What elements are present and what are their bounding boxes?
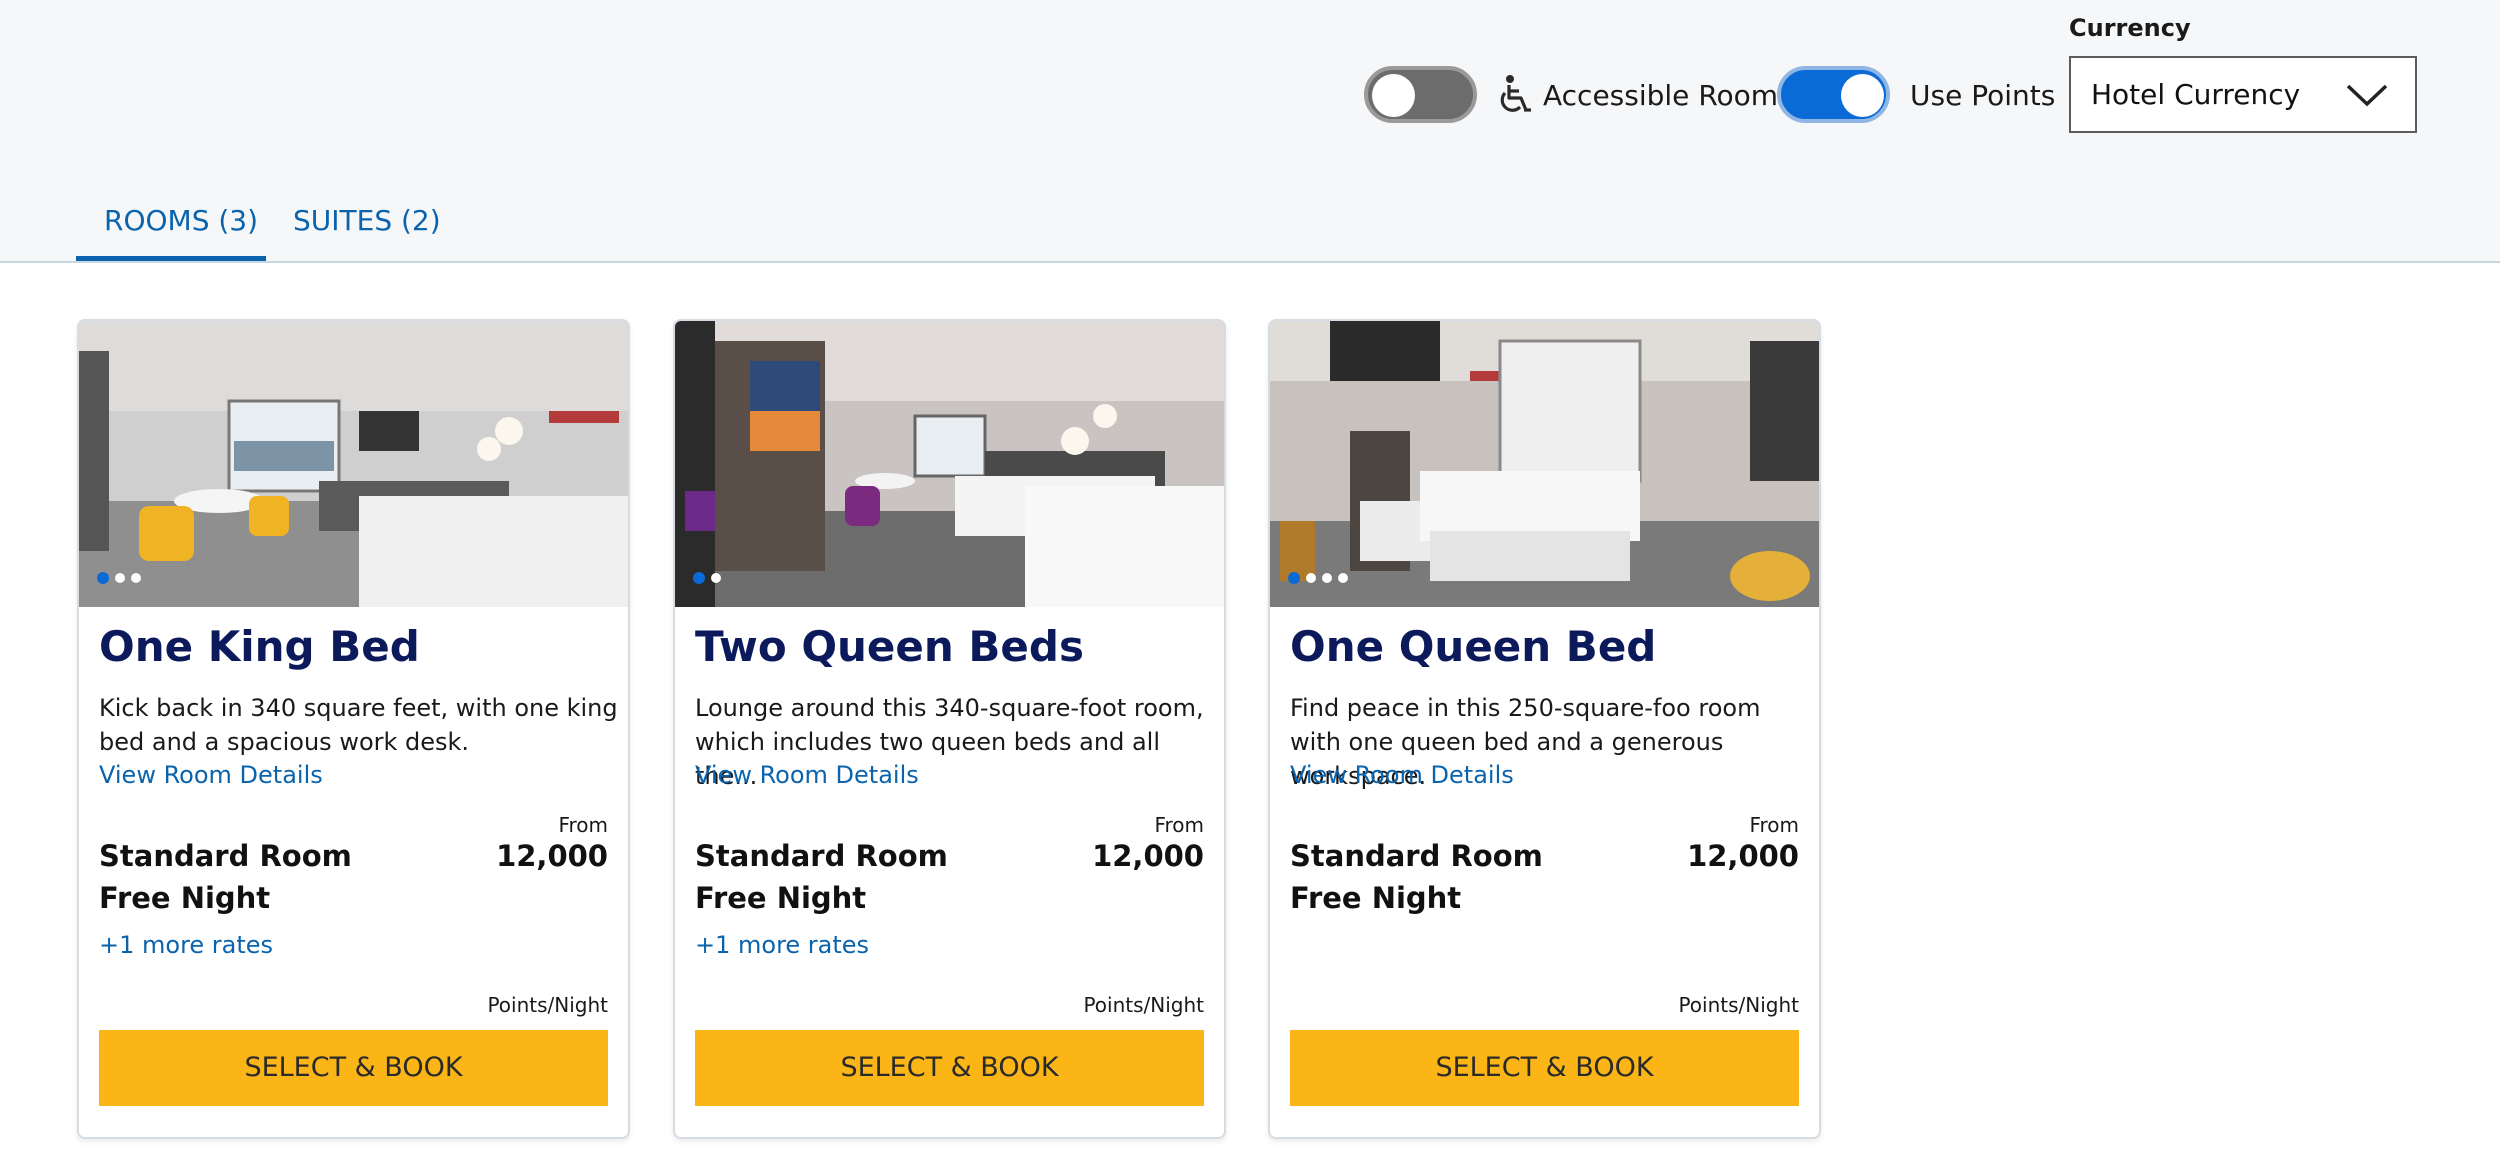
rate-name: Standard Room Free Night bbox=[695, 839, 948, 915]
price-unit: Points/Night bbox=[1678, 993, 1799, 1017]
room-image bbox=[1270, 321, 1819, 607]
currency-select[interactable]: Hotel Currency bbox=[2069, 56, 2417, 133]
select-and-book-button[interactable]: SELECT & BOOK bbox=[695, 1030, 1204, 1106]
use-points-toggle[interactable] bbox=[1777, 66, 1890, 123]
photo-pagination[interactable] bbox=[97, 572, 141, 584]
accessible-room-label: Accessible Room bbox=[1543, 79, 1779, 112]
view-room-details-link[interactable]: View Room Details bbox=[1290, 759, 1514, 791]
room-title: One King Bed bbox=[99, 622, 420, 671]
filter-bar: Accessible Room Use Points Currency Hote… bbox=[0, 0, 2500, 263]
room-image bbox=[675, 321, 1224, 607]
accessible-room-toggle[interactable] bbox=[1364, 66, 1477, 123]
currency-heading: Currency bbox=[2069, 14, 2191, 42]
view-room-details-link[interactable]: View Room Details bbox=[695, 759, 919, 791]
photo-pagination[interactable] bbox=[693, 572, 721, 584]
room-description: Kick back in 340 square feet, with one k… bbox=[99, 694, 618, 756]
toggle-knob bbox=[1372, 74, 1415, 117]
rate-price: 12,000 bbox=[1092, 839, 1204, 873]
more-rates-link[interactable]: +1 more rates bbox=[99, 929, 273, 961]
room-photo[interactable] bbox=[675, 321, 1224, 607]
tab-rooms[interactable]: ROOMS (3) bbox=[104, 198, 258, 244]
chevron-down-icon bbox=[2346, 84, 2388, 107]
room-photo[interactable] bbox=[79, 321, 628, 607]
rate-price: 12,000 bbox=[1687, 839, 1799, 873]
price-unit: Points/Night bbox=[487, 993, 608, 1017]
rate-name: Standard Room Free Night bbox=[1290, 839, 1543, 915]
use-points-label: Use Points bbox=[1910, 79, 2056, 112]
view-room-details-link[interactable]: View Room Details bbox=[99, 759, 323, 791]
select-and-book-button[interactable]: SELECT & BOOK bbox=[99, 1030, 608, 1106]
room-title: One Queen Bed bbox=[1290, 622, 1657, 671]
active-tab-indicator bbox=[76, 256, 266, 261]
room-title: Two Queen Beds bbox=[695, 622, 1084, 671]
price-unit: Points/Night bbox=[1083, 993, 1204, 1017]
tab-suites[interactable]: SUITES (2) bbox=[293, 198, 441, 244]
photo-pagination[interactable] bbox=[1288, 572, 1348, 584]
room-photo[interactable] bbox=[1270, 321, 1819, 607]
rate-price: 12,000 bbox=[496, 839, 608, 873]
more-rates-link[interactable]: +1 more rates bbox=[695, 929, 869, 961]
room-image bbox=[79, 321, 628, 607]
currency-value: Hotel Currency bbox=[2091, 78, 2301, 111]
toggle-knob bbox=[1841, 74, 1884, 117]
room-card: Two Queen Beds Lounge around this 340-sq… bbox=[673, 319, 1226, 1139]
select-and-book-button[interactable]: SELECT & BOOK bbox=[1290, 1030, 1799, 1106]
rate-name: Standard Room Free Night bbox=[99, 839, 352, 915]
wheelchair-icon bbox=[1500, 75, 1531, 112]
room-card: One Queen Bed Find peace in this 250-squ… bbox=[1268, 319, 1821, 1139]
room-card: One King Bed Kick back in 340 square fee… bbox=[77, 319, 630, 1139]
